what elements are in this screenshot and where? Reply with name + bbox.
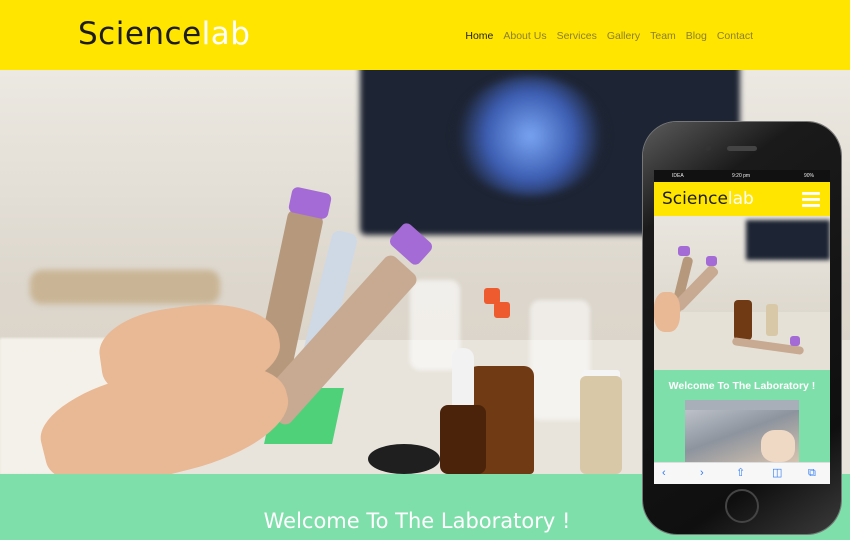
small-bottle-shape <box>440 405 486 474</box>
nav-home[interactable]: Home <box>465 29 493 43</box>
main-nav: Home About Us Services Gallery Team Blog… <box>465 29 753 43</box>
phone-speaker-icon <box>727 146 757 151</box>
jar-shape <box>580 376 622 474</box>
nav-about-us[interactable]: About Us <box>503 29 546 43</box>
black-cap-shape <box>368 444 440 474</box>
phone-status-bar: IDEA 9:20 pm 90% <box>654 170 830 182</box>
phone-screen: IDEA 9:20 pm 90% Sciencelab Welcome To T… <box>654 170 830 484</box>
nav-services[interactable]: Services <box>557 29 597 43</box>
monitor-screen-shape <box>455 76 605 196</box>
mobile-welcome-heading: Welcome To The Laboratory ! <box>668 380 816 392</box>
mobile-lab-image <box>685 400 799 462</box>
logo-text-lab: lab <box>201 16 251 52</box>
status-time: 9:20 pm <box>732 173 751 179</box>
bookmarks-icon[interactable]: ◫ <box>772 467 782 480</box>
mobile-logo[interactable]: Sciencelab <box>662 188 754 210</box>
back-icon[interactable]: ‹ <box>662 467 666 480</box>
tabs-icon[interactable]: ⧉ <box>808 467 816 480</box>
nav-contact[interactable]: Contact <box>717 29 753 43</box>
phone-home-button <box>725 489 759 523</box>
forward-icon[interactable]: › <box>700 467 704 480</box>
status-carrier: IDEA <box>672 173 684 179</box>
mobile-hero-image <box>654 216 830 370</box>
phone-camera-icon <box>705 145 711 151</box>
dropper-shape <box>452 348 474 406</box>
site-header: Sciencelab Home About Us Services Galler… <box>0 0 850 70</box>
mobile-header: Sciencelab <box>654 182 830 216</box>
status-battery: 90% <box>804 173 815 179</box>
mobile-logo-lab: lab <box>727 189 754 209</box>
safari-toolbar: ‹ › ⇧ ◫ ⧉ <box>654 462 830 484</box>
nav-team[interactable]: Team <box>650 29 676 43</box>
shelf-shape <box>30 270 220 304</box>
red-cap-shape <box>494 302 510 318</box>
hamburger-menu-icon[interactable] <box>802 192 820 207</box>
nav-gallery[interactable]: Gallery <box>607 29 640 43</box>
nav-blog[interactable]: Blog <box>686 29 707 43</box>
phone-mockup: IDEA 9:20 pm 90% Sciencelab Welcome To T… <box>643 122 841 534</box>
share-icon[interactable]: ⇧ <box>736 467 745 480</box>
site-logo[interactable]: Sciencelab <box>78 14 250 54</box>
logo-text-science: Science <box>78 16 202 52</box>
mobile-logo-science: Science <box>662 189 728 209</box>
